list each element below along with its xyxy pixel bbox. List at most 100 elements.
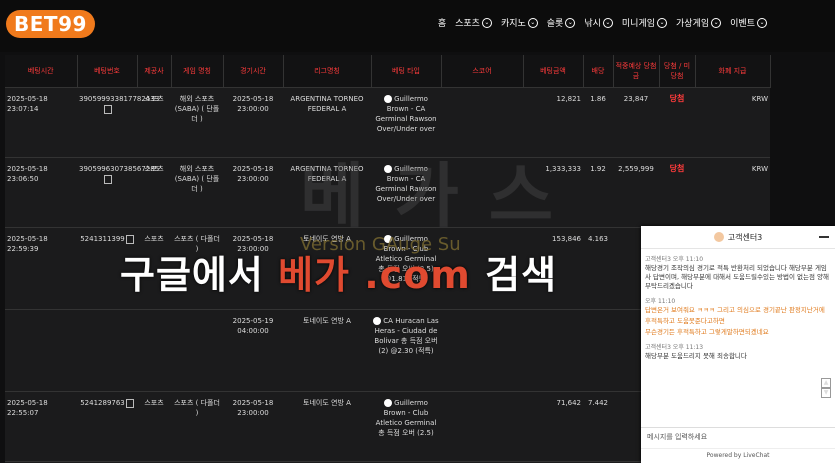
nav-item[interactable]: 카지노 ⌄: [501, 16, 538, 29]
chat-footer: Powered by LiveChat: [641, 448, 835, 463]
chevron-down-icon: ⌄: [527, 17, 538, 28]
watermark-suffix: 검색: [470, 253, 558, 297]
cell-game: 해외 스포츠 (SABA) ( 단폴더 ): [171, 157, 223, 228]
chevron-down-icon: ⌄: [565, 17, 576, 28]
column-header: 화폐 지급: [695, 55, 771, 88]
copy-icon[interactable]: [125, 398, 134, 408]
cell-no: 390599933817782433: [77, 87, 159, 158]
copy-icon[interactable]: [103, 174, 112, 184]
chat-message: 고객센터3 오후 11:10 해당경기 조작의심 경기로 적특 반환처리 되었습니…: [641, 255, 835, 291]
nav-item-label: 가상게임: [676, 19, 710, 29]
top-nav-bar: BET99 홈 스포츠 ⌄ 카지노 ⌄ 슬롯 ⌄ 낚시 ⌄ 미니게임 ⌄ 가상게임 ⌄ 이벤트 ⌄: [0, 0, 835, 52]
cell-type: Guillermo Brown - Club Atletico Germinal…: [371, 391, 441, 462]
nav-item-label: 이벤트: [730, 19, 755, 29]
cell-amount: [523, 309, 583, 392]
cell-text: 71,642: [556, 399, 582, 407]
chat-header[interactable]: 고객센터3: [641, 226, 835, 249]
cell-provider: [137, 309, 171, 392]
cell-text: 1.86: [590, 95, 606, 103]
watermark-prefix: 구글에서: [120, 253, 279, 297]
cell-odds: 1.86: [583, 87, 613, 158]
chat-message: 고객센터3 오후 11:13 해당부분 도움드리지 못해 죄송합니다: [641, 343, 835, 361]
column-header: 게임 명칭: [171, 55, 224, 88]
watermark-highlight: 베가 .com: [278, 253, 471, 297]
cell-text: 2025-05-18 23:06:50: [7, 165, 48, 183]
chat-message: 후적특하고 도움못준다고하면: [641, 317, 835, 326]
chat-messages[interactable]: 고객센터3 오후 11:10 해당경기 조작의심 경기로 적특 반환처리 되었습니…: [641, 249, 835, 427]
cell-text: 스포츠: [144, 399, 164, 407]
minimize-icon[interactable]: [819, 236, 829, 238]
cell-text: 2025-05-18 22:59:39: [7, 235, 48, 253]
cell-text: 23,847: [623, 95, 649, 103]
chat-message-meta: 고객센터3 오후 11:10: [645, 256, 704, 263]
nav-item[interactable]: 미니게임 ⌄: [621, 16, 668, 29]
column-header: 베팅번호: [77, 55, 138, 88]
chat-message-text: 무슨경기든 후적특하고 그렇게말하면되겠네요: [645, 328, 769, 336]
nav-item[interactable]: 이벤트 ⌄: [730, 16, 767, 29]
copy-icon[interactable]: [103, 104, 112, 114]
main-nav: 홈 스포츠 ⌄ 카지노 ⌄ 슬롯 ⌄ 낚시 ⌄ 미니게임 ⌄ 가상게임 ⌄ 이벤트 ⌄: [438, 16, 767, 29]
chat-input-placeholder: 메시지를 입력하세요: [647, 433, 708, 441]
soccer-ball-icon: [373, 317, 382, 325]
watermark-background-text: 베가스: [300, 155, 584, 237]
cell-text: 토네이도 연방 A: [303, 399, 351, 407]
nav-item-label: 슬롯: [546, 19, 564, 29]
cell-odds: 7.442: [583, 391, 613, 462]
copy-icon[interactable]: [125, 234, 134, 244]
cell-text: 스포츠 ( 다폴더 ): [174, 399, 220, 417]
nav-item[interactable]: 가상게임 ⌄: [676, 16, 722, 29]
cell-text: 2025-05-18 22:55:07: [7, 399, 48, 417]
column-header: 베팅 타입: [371, 55, 442, 88]
soccer-ball-icon: [384, 95, 393, 103]
column-header: 리그명칭: [283, 55, 372, 88]
nav-item-label: 카지노: [500, 19, 526, 29]
cell-text: 당첨: [669, 164, 685, 173]
cell-time: 2025-05-18 22:55:07: [5, 391, 77, 462]
chat-agent-avatar-icon: [713, 232, 724, 242]
cell-time: 2025-05-18 23:07:14: [5, 87, 77, 158]
cell-result: 당첨: [659, 87, 695, 158]
cell-odds: 1.92: [583, 157, 613, 228]
site-logo[interactable]: BET99: [6, 8, 95, 40]
chat-message-text: 해당부분 도움드리지 못해 죄송합니다: [645, 352, 747, 360]
live-chat-widget[interactable]: 고객센터3 고객센터3 오후 11:10 해당경기 조작의심 경기로 적특 반환처…: [641, 226, 835, 463]
cell-text: 5241289763: [80, 399, 125, 407]
nav-item-label: 미니게임: [621, 19, 656, 29]
cell-text: 2025-05-19 04:00:00: [232, 317, 274, 335]
scroll-down-icon[interactable]: ▼: [821, 388, 831, 398]
watermark-banner: 구글에서 베가 .com 검색: [120, 244, 557, 299]
chevron-down-icon: ⌄: [481, 17, 492, 28]
chat-message-input[interactable]: 메시지를 입력하세요: [641, 427, 835, 447]
chat-message: 오후 11:10 답변온거 보여줘요 ㅋㅋㅋ 그리고 의심으로 경기끝난 판정지난…: [641, 297, 835, 315]
cell-match-time: 2025-05-18 23:00:00: [223, 391, 283, 462]
cell-text: 2025-05-18 23:00:00: [232, 399, 274, 417]
cell-text: CA Huracan Las Heras - Ciudad de Bolivar…: [374, 317, 439, 355]
table-header-row: 베팅시간 베팅번호 제공사 게임 명칭 경기시간 리그명칭 베팅 타입 스코어 베팅금액 배당 적중…: [5, 55, 771, 88]
nav-item-label: 홈: [437, 19, 447, 29]
cell-text: 스포츠: [144, 95, 164, 103]
chat-message-text: 후적특하고 도움못준다고하면: [645, 317, 725, 325]
cell-result: 당첨: [659, 157, 695, 228]
cell-text: KRW: [751, 95, 768, 103]
column-header: 적중예상 당첨금: [613, 55, 660, 88]
chat-message-text: 답변온거 보여줘요 ㅋㅋㅋ 그리고 의심으로 경기끝난 판정지난거에: [645, 306, 825, 314]
cell-text: 5241311399: [80, 235, 125, 243]
chat-message-meta: 고객센터3 오후 11:13: [645, 344, 704, 351]
nav-item[interactable]: 홈: [438, 16, 446, 29]
cell-time: 2025-05-18 23:06:50: [5, 157, 77, 228]
cell-time: [5, 309, 77, 392]
nav-item[interactable]: 스포츠 ⌄: [455, 16, 492, 29]
cell-text: 스포츠: [144, 235, 164, 243]
cell-text: 해외 스포츠 (SABA) ( 단폴더 ): [174, 95, 220, 123]
cell-text: 2,559,999: [618, 165, 654, 173]
nav-item-label: 스포츠: [455, 19, 480, 29]
chevron-down-icon: ⌄: [657, 17, 668, 28]
cell-provider: 스포츠: [137, 391, 171, 462]
cell-game: 해외 스포츠 (SABA) ( 단폴더 ): [171, 87, 223, 158]
column-header: 경기시간: [223, 55, 284, 88]
scroll-up-icon[interactable]: ▲: [821, 378, 831, 388]
logo-badge[interactable]: BET99: [6, 10, 95, 38]
nav-item[interactable]: 슬롯 ⌄: [547, 16, 576, 29]
cell-currency: KRW: [695, 157, 770, 228]
nav-item[interactable]: 낚시 ⌄: [584, 16, 613, 29]
